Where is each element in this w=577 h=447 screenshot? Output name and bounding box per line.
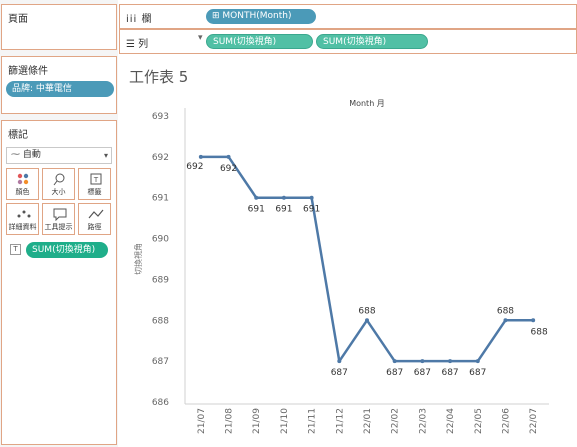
data-label: 687: [441, 368, 458, 378]
x-tick-label: 22/03: [418, 408, 428, 434]
data-label: 687: [469, 368, 486, 378]
line-chart: Month 月 686 687 688 689 690 691 692 693 切換視角 21/07…: [133, 99, 549, 434]
data-label: 688: [497, 306, 514, 316]
marks-path-button[interactable]: 路徑: [78, 203, 111, 235]
marks-label-button[interactable]: T 標籤: [78, 168, 111, 200]
marks-field-pill[interactable]: SUM(切換視角): [26, 242, 108, 258]
marks-size-button[interactable]: 大小: [42, 168, 75, 200]
x-tick-label: 21/10: [280, 408, 290, 434]
plus-box-icon: ⊞: [212, 11, 223, 21]
x-tick-label: 22/05: [474, 408, 484, 434]
filter-pill-brand[interactable]: 品牌: 中華電信: [6, 81, 114, 97]
columns-shelf[interactable]: iii 欄 ⊞ MONTH(Month): [119, 4, 577, 29]
data-point: [281, 195, 286, 200]
svg-text:T: T: [93, 176, 99, 184]
marks-detail-button[interactable]: 詳細資料: [6, 203, 39, 235]
x-tick-label: 21/11: [308, 408, 318, 434]
data-point: [365, 318, 369, 323]
columns-shelf-label: iii 欄: [126, 14, 152, 25]
chevron-down-icon[interactable]: ▾: [198, 33, 203, 43]
data-point: [503, 318, 508, 323]
data-point: [198, 154, 203, 159]
marks-detail-label: 詳細資料: [8, 223, 37, 231]
chart-title: Month 月: [349, 99, 385, 108]
data-label: 691: [275, 205, 292, 215]
rows-shelf[interactable]: ☰ 列 ▾ SUM(切換視角) SUM(切換視角): [119, 29, 577, 54]
y-tick-label: 691: [152, 194, 169, 204]
data-label: 691: [303, 205, 320, 215]
data-point: [531, 318, 536, 323]
data-point: [420, 359, 425, 364]
data-point: [226, 154, 231, 159]
mark-type-dropdown[interactable]: ⁓ 自動 ▾: [6, 147, 112, 164]
chevron-down-icon: ▾: [103, 151, 108, 160]
data-label: 688: [531, 327, 548, 337]
marks-tooltip-label: 工具提示: [44, 223, 73, 231]
data-point: [254, 195, 259, 200]
text-field-icon: T: [10, 244, 21, 255]
y-tick-label: 692: [152, 153, 169, 163]
series-line: [200, 155, 534, 363]
y-tick-label: 693: [152, 112, 169, 122]
data-label: 692: [220, 164, 237, 174]
data-label: 687: [386, 368, 403, 378]
x-tick-label: 21/12: [335, 408, 345, 434]
x-tick-label: 22/04: [446, 408, 456, 434]
rows-shelf-label: ☰ 列: [126, 39, 149, 50]
rows-icon: ☰: [126, 39, 139, 50]
y-tick-label: 689: [152, 275, 169, 285]
marks-card: 標記 ⁓ 自動 ▾ 顏色 大小 T 標籤 詳細資料 工具提示 路徑 T SUM(…: [1, 120, 117, 445]
marks-size-label: 大小: [51, 188, 66, 196]
pages-title: 頁面: [8, 14, 28, 25]
columns-icon: iii: [126, 14, 142, 25]
line-mark-icon: ⁓: [11, 150, 23, 160]
data-label: 687: [331, 368, 348, 378]
data-point: [309, 195, 314, 200]
data-point: [448, 359, 453, 364]
x-tick-label: 21/08: [225, 408, 235, 434]
x-tick-label: 21/09: [252, 408, 262, 434]
y-tick-label: 687: [152, 357, 169, 367]
x-tick-label: 22/06: [501, 408, 511, 434]
y-axis-label: 切換視角: [133, 243, 143, 275]
x-tick-label: 22/01: [363, 408, 373, 434]
data-point: [392, 359, 397, 364]
worksheet: 工作表 5 Month 月 686 687 688 689 690 691 692 693 切換視…: [119, 56, 577, 447]
marks-color-button[interactable]: 顏色: [6, 168, 39, 200]
data-label: 692: [186, 162, 203, 172]
marks-label-label: 標籤: [87, 188, 102, 196]
left-sidebar: 頁面 篩選條件 品牌: 中華電信 標記 ⁓ 自動 ▾ 顏色 大小 T 標籤 詳細…: [0, 0, 118, 447]
x-tick-label: 22/07: [529, 408, 539, 434]
filters-card[interactable]: 篩選條件 品牌: 中華電信: [1, 56, 117, 114]
marks-tooltip-button[interactable]: 工具提示: [42, 203, 75, 235]
columns-pill-month[interactable]: ⊞ MONTH(Month): [206, 9, 316, 24]
y-tick-label: 690: [152, 235, 169, 245]
pages-card[interactable]: 頁面: [1, 4, 117, 50]
x-tick-label: 22/02: [391, 408, 401, 434]
data-label: 691: [248, 205, 265, 215]
mark-type-value: 自動: [22, 150, 41, 160]
rows-pill-1[interactable]: SUM(切換視角): [206, 34, 313, 49]
rows-pill-2[interactable]: SUM(切換視角): [316, 34, 428, 49]
filters-title: 篩選條件: [8, 66, 48, 77]
marks-path-label: 路徑: [87, 223, 102, 231]
data-point: [337, 359, 342, 364]
data-label: 688: [358, 306, 375, 316]
x-tick-label: 21/07: [197, 408, 207, 434]
data-label: 687: [414, 368, 431, 378]
marks-title: 標記: [8, 130, 28, 141]
marks-color-label: 顏色: [15, 188, 30, 196]
data-point: [475, 359, 480, 364]
y-tick-label: 688: [152, 316, 169, 326]
y-tick-label: 686: [152, 398, 169, 408]
